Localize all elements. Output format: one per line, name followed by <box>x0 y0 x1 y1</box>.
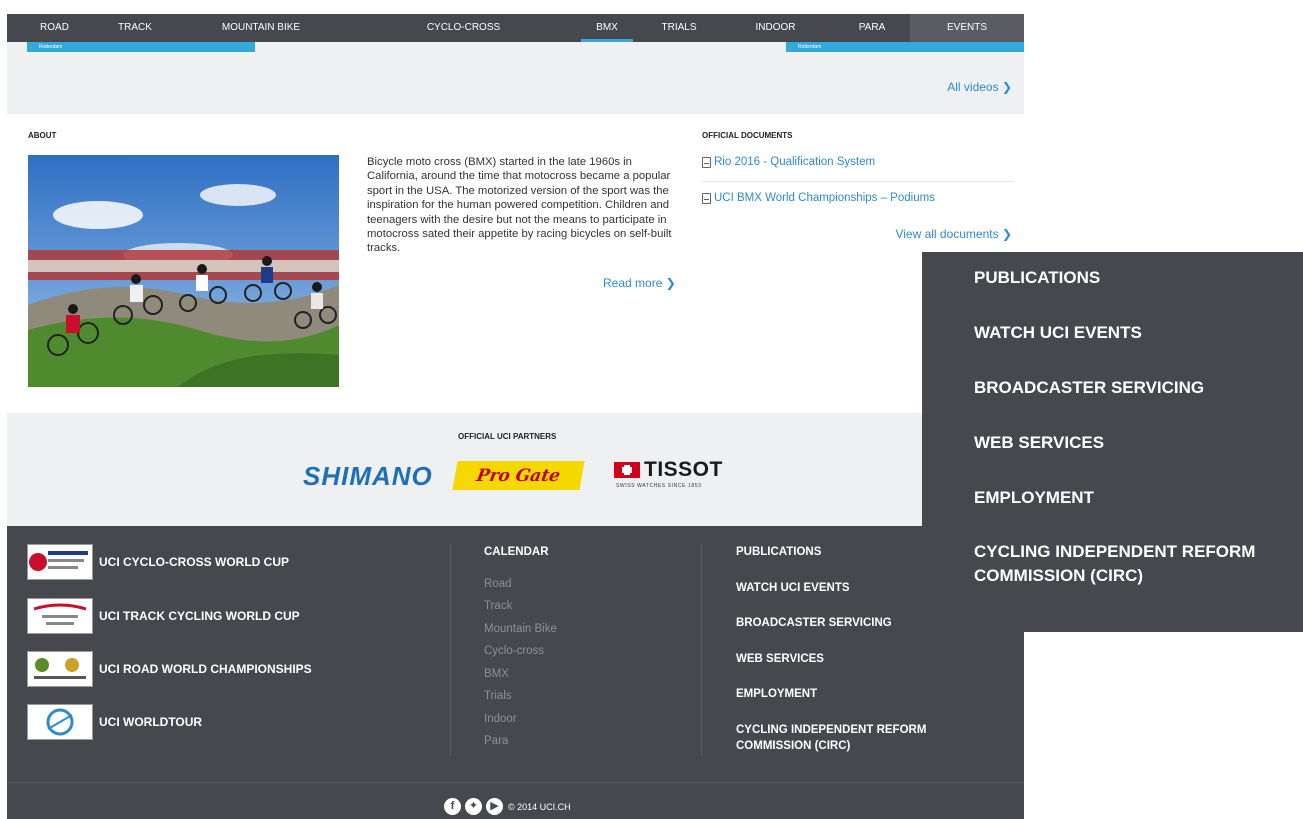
divider <box>7 782 1024 783</box>
all-videos-link[interactable]: All videos ❯ <box>947 80 1012 94</box>
shimano-logo[interactable]: SHIMANO <box>303 461 433 492</box>
official-documents-heading: OFFICIAL DOCUMENTS <box>702 131 793 140</box>
footer-link-publications[interactable]: PUBLICATIONS <box>736 544 821 560</box>
read-more-link[interactable]: Read more ❯ <box>603 276 676 290</box>
swiss-cross-icon <box>614 462 640 478</box>
footer-link-employment[interactable]: EMPLOYMENT <box>736 686 817 702</box>
pro-gate-wordmark: Pro Gate <box>475 465 562 486</box>
calendar-link-trials[interactable]: Trials <box>484 690 512 702</box>
youtube-icon[interactable]: ▶ <box>486 798 503 815</box>
calendar-link-track[interactable]: Track <box>484 600 512 612</box>
divider <box>702 181 1014 182</box>
nav-item-para[interactable]: PARA <box>834 14 910 42</box>
facebook-icon[interactable]: f <box>444 798 461 815</box>
copyright-text: © 2014 UCI.CH <box>508 801 571 812</box>
links-overlay-menu: PUBLICATIONS WATCH UCI EVENTS BROADCASTE… <box>922 252 1303 632</box>
document-title: UCI BMX World Championships – Podiums <box>714 192 935 204</box>
nav-item-road[interactable]: ROAD <box>7 14 102 42</box>
nav-item-track[interactable]: TRACK <box>102 14 168 42</box>
video-caption[interactable]: Rotterdam <box>27 42 255 52</box>
video-strip: Rotterdam Rotterdam All videos ❯ <box>7 42 1024 114</box>
event-track-cycling-world-cup[interactable]: UCI TRACK CYCLING WORLD CUP <box>27 598 300 634</box>
event-thumbnail <box>27 598 93 634</box>
overlay-link-employment[interactable]: EMPLOYMENT <box>974 486 1094 510</box>
event-thumbnail <box>27 704 93 740</box>
twitter-icon[interactable]: ✦ <box>465 798 482 815</box>
partners-section: OFFICIAL UCI PARTNERS SHIMANO Pro Gate T… <box>7 413 1024 526</box>
overlay-link-broadcaster-servicing[interactable]: BROADCASTER SERVICING <box>974 376 1204 400</box>
nav-item-trials[interactable]: TRIALS <box>641 14 717 42</box>
document-title: Rio 2016 - Qualification System <box>714 156 876 168</box>
calendar-link-mountain-bike[interactable]: Mountain Bike <box>484 623 557 635</box>
pro-gate-logo[interactable]: Pro Gate <box>452 461 585 490</box>
event-label: UCI CYCLO-CROSS WORLD CUP <box>99 555 289 569</box>
bmx-race-photo <box>28 155 339 387</box>
about-heading: ABOUT <box>28 131 57 140</box>
nav-item-bmx[interactable]: BMX <box>573 14 641 42</box>
nav-item-cyclo-cross[interactable]: CYCLO-CROSS <box>354 14 573 42</box>
nav-item-indoor[interactable]: INDOOR <box>717 14 834 42</box>
site-footer: UCI CYCLO-CROSS WORLD CUP UCI TRACK CYCL… <box>7 526 1024 819</box>
event-thumbnail <box>27 544 93 580</box>
calendar-link-indoor[interactable]: Indoor <box>484 713 517 725</box>
calendar-link-para[interactable]: Para <box>484 735 508 747</box>
event-label: UCI ROAD WORLD CHAMPIONSHIPS <box>99 662 312 676</box>
event-road-world-championships[interactable]: UCI ROAD WORLD CHAMPIONSHIPS <box>27 651 312 687</box>
about-description: Bicycle moto cross (BMX) started in the … <box>367 156 672 255</box>
tissot-logo[interactable]: TISSOT SWISS WATCHES SINCE 1853 <box>614 458 723 489</box>
overlay-link-circ[interactable]: CYCLING INDEPENDENT REFORM COMMISSION (C… <box>974 540 1294 588</box>
pdf-icon <box>702 192 711 204</box>
video-caption[interactable]: Rotterdam <box>786 42 1024 52</box>
pdf-icon <box>702 156 711 168</box>
tissot-wordmark: TISSOT <box>644 458 723 481</box>
footer-link-web-services[interactable]: WEB SERVICES <box>736 651 824 667</box>
event-worldtour[interactable]: UCI WORLDTOUR <box>27 704 202 740</box>
event-label: UCI WORLDTOUR <box>99 715 203 729</box>
nav-item-events[interactable]: EVENTS <box>910 14 1024 42</box>
tissot-tagline: SWISS WATCHES SINCE 1853 <box>616 483 702 489</box>
event-label: UCI TRACK CYCLING WORLD CUP <box>99 609 300 623</box>
calendar-heading: CALENDAR <box>484 546 549 558</box>
view-all-documents-link[interactable]: View all documents ❯ <box>895 227 1012 241</box>
overlay-link-watch-uci-events[interactable]: WATCH UCI EVENTS <box>974 321 1142 345</box>
event-cyclo-cross-world-cup[interactable]: UCI CYCLO-CROSS WORLD CUP <box>27 544 289 580</box>
calendar-link-cyclo-cross[interactable]: Cyclo-cross <box>484 645 544 657</box>
document-link[interactable]: UCI BMX World Championships – Podiums <box>702 192 935 204</box>
divider <box>450 544 451 756</box>
footer-link-circ[interactable]: CYCLING INDEPENDENT REFORM COMMISSION (C… <box>736 722 946 754</box>
divider <box>701 544 702 756</box>
overlay-link-web-services[interactable]: WEB SERVICES <box>974 431 1104 455</box>
partners-heading: OFFICIAL UCI PARTNERS <box>458 432 557 441</box>
document-link[interactable]: Rio 2016 - Qualification System <box>702 156 875 168</box>
event-thumbnail <box>27 651 93 687</box>
footer-link-broadcaster-servicing[interactable]: BROADCASTER SERVICING <box>736 615 892 631</box>
footer-link-watch-uci-events[interactable]: WATCH UCI EVENTS <box>736 580 850 596</box>
nav-item-mountain-bike[interactable]: MOUNTAIN BIKE <box>168 14 354 42</box>
overlay-link-publications[interactable]: PUBLICATIONS <box>974 266 1100 290</box>
social-links: f ✦ ▶ © 2014 UCI.CH <box>444 798 571 815</box>
calendar-link-bmx[interactable]: BMX <box>484 668 509 680</box>
calendar-link-road[interactable]: Road <box>484 578 512 590</box>
discipline-nav: ROAD TRACK MOUNTAIN BIKE CYCLO-CROSS BMX… <box>7 14 1024 42</box>
